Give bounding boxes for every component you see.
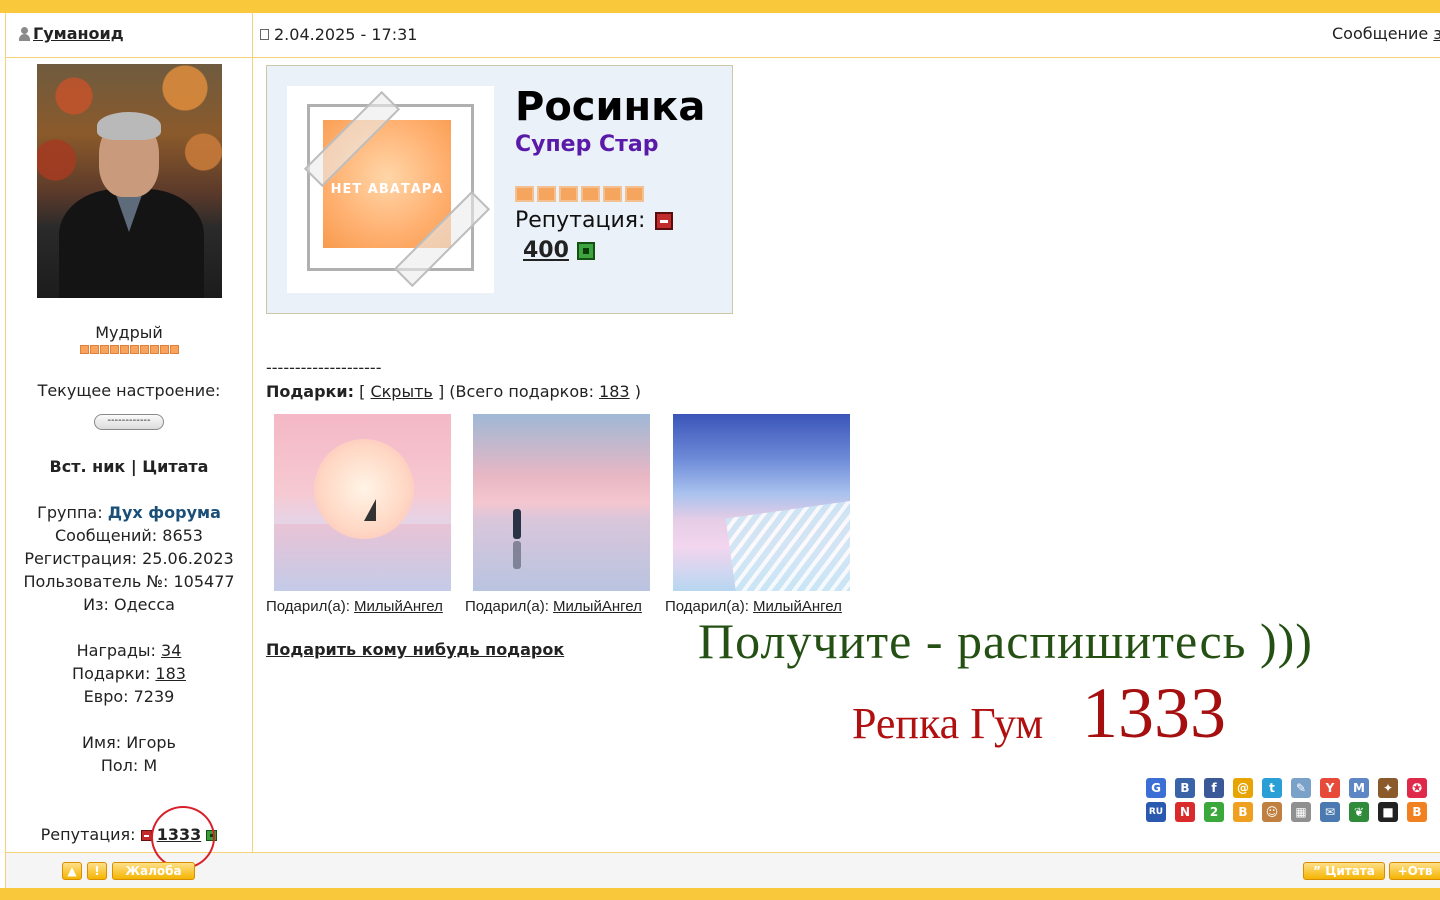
separator-dashes: -------------------- bbox=[266, 358, 382, 377]
no-avatar-text: НЕТ АВАТАРА bbox=[330, 182, 444, 197]
registration-date: Регистрация: 25.06.2023 bbox=[24, 549, 234, 568]
reputation-label: Репутация: bbox=[40, 825, 136, 844]
total-gifts-link[interactable]: 183 bbox=[599, 382, 630, 401]
group-line: Группа: Дух форума bbox=[6, 503, 252, 522]
awards-line: Награды: 34 bbox=[76, 641, 182, 660]
highlight-circle bbox=[151, 806, 215, 869]
person-icon[interactable]: ☺ bbox=[1262, 802, 1282, 822]
gift-giver-2: Подарил(а): МилыйАнгел bbox=[465, 598, 642, 615]
bookmark-icon[interactable]: ✉ bbox=[1320, 802, 1340, 822]
overlay-caption: Получите - распишитесь ))) bbox=[698, 613, 1313, 669]
twitter-icon[interactable]: t bbox=[1262, 778, 1282, 798]
warning-button[interactable]: ! bbox=[87, 862, 107, 880]
signature-plus-icon bbox=[576, 241, 595, 260]
awards-link[interactable]: 34 bbox=[161, 641, 181, 660]
signature-reputation-value-line: 400 bbox=[523, 238, 595, 263]
gift-giver-1: Подарил(а): МилыйАнгел bbox=[266, 598, 443, 615]
signature-rank: Супер Стар bbox=[515, 132, 659, 157]
overlay-subcaption: Репка Гум bbox=[852, 699, 1044, 748]
facebook-icon[interactable]: f bbox=[1204, 778, 1224, 798]
posts-count: Сообщений: 8653 bbox=[55, 526, 203, 545]
gift-image-person-lake[interactable] bbox=[473, 414, 650, 591]
memori-icon[interactable]: ✦ bbox=[1378, 778, 1398, 798]
warning-icon: ! bbox=[94, 864, 100, 878]
plus-icon: + bbox=[1397, 864, 1408, 878]
top-bar bbox=[0, 0, 1440, 13]
message-label[interactable]: Сообщение з bbox=[1332, 24, 1440, 43]
mail-ru-icon[interactable]: @ bbox=[1233, 778, 1253, 798]
give-gift-link[interactable]: Подарить кому нибудь подарок bbox=[266, 640, 564, 659]
user-icon bbox=[18, 26, 31, 41]
nick-quote-links[interactable]: Вст. ник | Цитата bbox=[6, 457, 252, 476]
user-name: Имя: Игорь bbox=[82, 733, 176, 752]
overlay-number: 1333 bbox=[1082, 673, 1226, 753]
author-avatar bbox=[37, 64, 222, 298]
post-icon[interactable] bbox=[260, 29, 269, 40]
mood-label: Текущее настроение: bbox=[37, 381, 221, 400]
report-button[interactable]: Жалоба bbox=[112, 862, 195, 880]
social-share-icons: G Bf @ t ✎ Y M ✦ ✪ RU N 2 B ☺ ▦ ✉ ❦ ■ B bbox=[1146, 778, 1427, 822]
gift-giver-link[interactable]: МилыйАнгел bbox=[553, 598, 642, 615]
two-icon[interactable]: 2 bbox=[1204, 802, 1224, 822]
google-icon[interactable]: G bbox=[1146, 778, 1166, 798]
grid-icon[interactable]: ▦ bbox=[1291, 802, 1311, 822]
hide-gifts-link[interactable]: Скрыть bbox=[370, 382, 432, 401]
post-footer bbox=[6, 853, 1440, 888]
signature-box: НЕТ АВАТАРА Росинка Супер Стар Репутация… bbox=[266, 65, 733, 314]
signature-name: Росинка bbox=[515, 84, 706, 130]
evernote-icon[interactable]: ❦ bbox=[1349, 802, 1369, 822]
signature-pips bbox=[515, 186, 644, 202]
blogger-icon[interactable]: B bbox=[1233, 802, 1253, 822]
rank-pips bbox=[6, 345, 252, 354]
euro-balance: Евро: 7239 bbox=[83, 687, 175, 706]
quote-icon: ” bbox=[1313, 864, 1322, 878]
livejournal-icon[interactable]: ✎ bbox=[1291, 778, 1311, 798]
gifts-header: Подарки: [ Скрыть ] (Всего подарков: 183… bbox=[266, 382, 641, 401]
star-bookmark-icon[interactable]: ✪ bbox=[1407, 778, 1427, 798]
signature-minus-icon bbox=[655, 211, 674, 230]
mood-wrap: ------------ bbox=[6, 408, 252, 430]
bobrdobr-icon[interactable]: B bbox=[1175, 778, 1195, 798]
quote-button[interactable]: ” Цитата bbox=[1303, 862, 1385, 880]
moimir-icon[interactable]: M bbox=[1349, 778, 1369, 798]
author-link[interactable]: Гуманоид bbox=[33, 24, 124, 43]
no-avatar-image: НЕТ АВАТАРА bbox=[287, 86, 494, 293]
post-date-text: 2.04.2025 - 17:31 bbox=[274, 25, 418, 44]
user-sex: Пол: М bbox=[100, 756, 158, 775]
gift-image-beach[interactable] bbox=[673, 414, 850, 591]
signature-reputation: Репутация: bbox=[515, 208, 674, 233]
bottom-bar bbox=[0, 888, 1440, 900]
b-icon[interactable]: B bbox=[1407, 802, 1427, 822]
signature-reputation-value: 400 bbox=[523, 238, 569, 263]
post-date: 2.04.2025 - 17:31 bbox=[260, 25, 417, 44]
yandex-icon[interactable]: Y bbox=[1320, 778, 1340, 798]
scroll-up-button[interactable]: ▲ bbox=[62, 862, 82, 880]
group-value: Дух форума bbox=[107, 503, 221, 522]
reputation-line: Репутация: 1333 bbox=[6, 825, 252, 844]
user-number: Пользователь №: 105477 bbox=[23, 572, 235, 591]
news2-icon[interactable]: N bbox=[1175, 802, 1195, 822]
gifts-link[interactable]: 183 bbox=[155, 664, 186, 683]
group-label: Группа: bbox=[37, 503, 103, 522]
up-arrow-icon: ▲ bbox=[67, 864, 77, 878]
mood-button[interactable]: ------------ bbox=[94, 414, 164, 430]
author-rank: Мудрый bbox=[95, 323, 163, 342]
reply-button[interactable]: +Отв bbox=[1389, 862, 1440, 880]
post-author: Гуманоид bbox=[18, 24, 124, 43]
reputation-minus-icon[interactable] bbox=[140, 830, 152, 841]
delicious-icon[interactable]: ■ bbox=[1378, 802, 1398, 822]
column-divider bbox=[252, 13, 253, 888]
gift-image-sunset-boat[interactable] bbox=[274, 414, 451, 591]
gifts-line: Подарки: 183 bbox=[72, 664, 186, 683]
user-location: Из: Одесса bbox=[83, 595, 175, 614]
rambler-icon[interactable]: RU bbox=[1146, 802, 1166, 822]
header-divider bbox=[5, 57, 1440, 58]
gift-giver-link[interactable]: МилыйАнгел bbox=[354, 598, 443, 615]
